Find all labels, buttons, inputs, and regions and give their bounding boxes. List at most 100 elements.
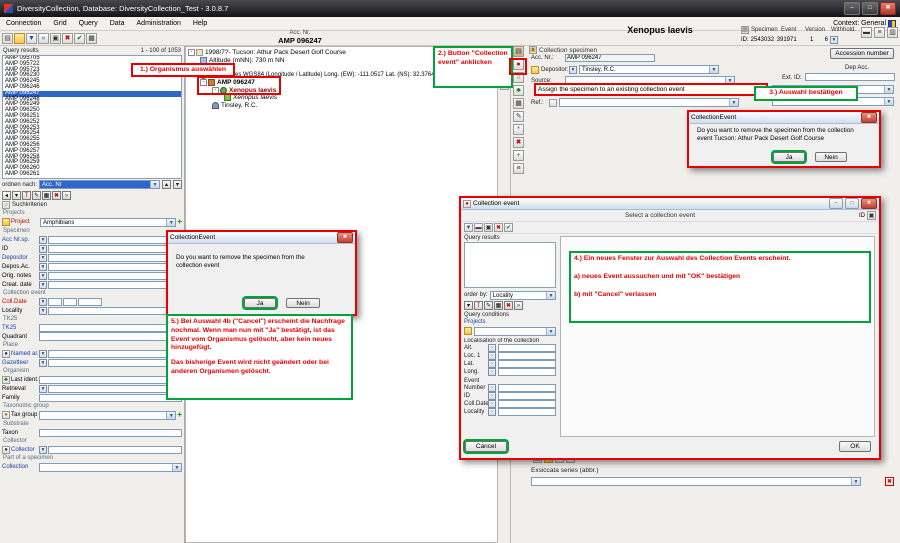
chevron-down-icon[interactable]: ▼ xyxy=(39,254,47,262)
checkbox-grid-icon[interactable]: ✔ xyxy=(74,33,85,44)
place-heading[interactable]: Place xyxy=(0,341,184,349)
taxon-input[interactable] xyxy=(39,429,182,437)
asterisk-icon[interactable]: * xyxy=(513,124,524,135)
copy-icon[interactable]: ▣ xyxy=(50,33,61,44)
tree-node-event[interactable]: 1998/7?- Tucson: Athur Pack Desert Golf … xyxy=(205,49,346,56)
collection-event-button[interactable]: ● xyxy=(513,59,524,70)
id-input[interactable] xyxy=(48,245,182,253)
dlg-refresh-icon[interactable]: » xyxy=(514,301,523,310)
tree-node-specimen[interactable]: AMP 096247 xyxy=(217,79,255,86)
dlg-alt-input[interactable] xyxy=(498,344,556,352)
operator-icon[interactable]: ~ xyxy=(488,400,496,408)
back-icon[interactable]: ◂ xyxy=(2,191,11,200)
minimize-button[interactable]: – xyxy=(844,2,860,15)
dlg-clear-icon[interactable]: ✖ xyxy=(504,301,513,310)
refresh-icon[interactable]: » xyxy=(62,191,71,200)
menu-grid[interactable]: Grid xyxy=(47,20,72,27)
ext-id-input[interactable] xyxy=(805,73,895,81)
dlg-result-list[interactable] xyxy=(464,242,556,288)
close-button[interactable]: ✖ xyxy=(880,2,896,15)
accession-number-button[interactable]: Accession number xyxy=(830,48,894,59)
coll-date-year-input[interactable] xyxy=(78,298,102,306)
text-filter-icon[interactable]: T xyxy=(22,191,31,200)
chevron-down-icon[interactable]: ▼ xyxy=(39,446,47,454)
close-icon[interactable]: ✖ xyxy=(861,198,877,209)
depos-ac-input[interactable] xyxy=(48,263,182,271)
print-icon[interactable]: ▬ xyxy=(474,223,483,232)
table-icon[interactable]: ▦ xyxy=(86,33,97,44)
project-select[interactable]: Amphibians▼ xyxy=(40,218,176,227)
new-document-icon[interactable]: ▤ xyxy=(2,33,13,44)
operator-icon[interactable]: ~ xyxy=(488,368,496,376)
operator-icon[interactable]: ~ xyxy=(488,408,496,416)
acc-value-field[interactable]: AMP 096247 xyxy=(565,54,655,62)
menu-query[interactable]: Query xyxy=(73,20,104,27)
chevron-down-icon[interactable]: ▼ xyxy=(39,350,47,358)
list-icon[interactable]: ≡ xyxy=(513,163,524,174)
report-icon[interactable]: ▥ xyxy=(887,27,898,38)
close-icon[interactable]: ✖ xyxy=(861,112,877,123)
operator-icon[interactable]: ~ xyxy=(488,352,496,360)
dlg-project-select[interactable]: ▼ xyxy=(474,327,556,336)
coll-date-day-input[interactable] xyxy=(48,298,62,306)
add-project-icon[interactable]: + xyxy=(177,218,182,226)
order-by-select[interactable]: Acc. Nr▼ xyxy=(39,180,160,189)
list-item[interactable]: AMP 096261 xyxy=(3,172,181,178)
specimen-card-icon[interactable]: ▤ xyxy=(513,46,524,57)
dlg-id-input[interactable] xyxy=(498,392,556,400)
collapse-icon[interactable]: - xyxy=(188,49,195,56)
open-folder-icon[interactable] xyxy=(14,33,25,44)
depositor-select[interactable]: Tinsley, R.C.▼ xyxy=(579,65,719,74)
chevron-down-icon[interactable]: ▼ xyxy=(569,66,577,74)
menu-data[interactable]: Data xyxy=(104,20,131,27)
ref-select[interactable]: ▼ xyxy=(559,98,739,107)
copy-icon[interactable]: ▣ xyxy=(484,223,493,232)
tree-node-organism[interactable]: Xenopus laevis xyxy=(229,87,276,94)
minimize-icon[interactable]: – xyxy=(829,198,843,209)
delete-icon[interactable]: ✖ xyxy=(494,223,503,232)
grid-filter-icon[interactable]: ▦ xyxy=(42,191,51,200)
organism-tool-icon[interactable]: ♣ xyxy=(513,85,524,96)
id-picker-icon[interactable]: ▣ xyxy=(867,211,876,220)
collection-select[interactable]: ▼ xyxy=(39,463,182,472)
withhold-dropdown-icon[interactable]: ▼ xyxy=(830,36,838,44)
check-icon[interactable]: ✔ xyxy=(504,223,513,232)
menu-connection[interactable]: Connection xyxy=(0,20,47,27)
collector-input[interactable] xyxy=(48,446,182,454)
operator-icon[interactable]: ~ xyxy=(488,360,496,368)
last-ident-input[interactable] xyxy=(39,376,182,384)
filter-dropdown-icon[interactable]: ▾ xyxy=(12,191,21,200)
projects-heading[interactable]: Projects xyxy=(0,209,184,217)
edit-icon[interactable]: ✎ xyxy=(513,111,524,122)
menu-administration[interactable]: Administration xyxy=(131,20,187,27)
chevron-down-icon[interactable]: ▼ xyxy=(39,281,47,289)
gazetteer-input[interactable] xyxy=(48,359,182,367)
ref-checkbox[interactable] xyxy=(549,99,557,107)
collapse-icon[interactable]: - xyxy=(212,87,219,94)
dlg-projects-heading[interactable]: Projects xyxy=(464,319,556,325)
remove-exsiccata-icon[interactable]: ✖ xyxy=(885,477,894,486)
calendar-icon[interactable]: ▦ xyxy=(513,98,524,109)
chevron-down-icon[interactable]: ▼ xyxy=(39,272,47,280)
chevron-down-icon[interactable]: ▼ xyxy=(39,245,47,253)
acc-nr-sp-input[interactable] xyxy=(48,236,182,244)
dlg-grid-icon[interactable]: ▦ xyxy=(494,301,503,310)
operator-icon[interactable]: ~ xyxy=(488,344,496,352)
save-icon[interactable]: ▼ xyxy=(26,33,37,44)
save-icon[interactable]: ▼ xyxy=(464,223,473,232)
ok-button[interactable]: OK xyxy=(839,441,871,452)
tree-node-coordinates[interactable]: Coordinates WGS84 (Longitude / Latitude)… xyxy=(209,72,435,78)
named-area-input[interactable] xyxy=(48,350,182,358)
operator-icon[interactable]: ~ xyxy=(488,384,496,392)
maximize-button[interactable]: □ xyxy=(862,2,878,15)
chevron-down-icon[interactable]: ▼ xyxy=(39,236,47,244)
yes-button[interactable]: Ja xyxy=(244,298,276,308)
tax-group-select[interactable]: ▼ xyxy=(39,411,176,420)
dlg-loc1-input[interactable] xyxy=(498,352,556,360)
dlg-lat-input[interactable] xyxy=(498,360,556,368)
tk25-heading[interactable]: TK25 xyxy=(0,315,184,323)
dlg-locality-input[interactable] xyxy=(498,408,556,416)
orig-notes-input[interactable] xyxy=(48,272,182,280)
search-icon[interactable]: ○ xyxy=(513,72,524,83)
collapse-icon[interactable]: - xyxy=(200,79,207,86)
